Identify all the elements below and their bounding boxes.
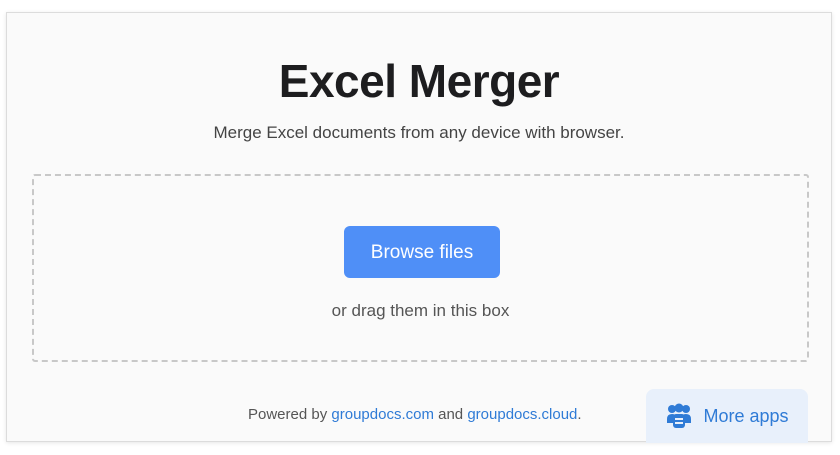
- browse-files-button[interactable]: Browse files: [344, 226, 500, 278]
- powered-by-label: Powered by: [248, 406, 332, 423]
- and-label: and: [433, 406, 468, 423]
- more-apps-button[interactable]: More apps: [646, 389, 808, 443]
- drag-hint: or drag them in this box: [331, 301, 510, 320]
- page-subtitle: Merge Excel documents from any device wi…: [213, 123, 625, 142]
- more-apps-label: More apps: [703, 405, 789, 426]
- app-frame: Excel Merger Merge Excel documents from …: [6, 12, 832, 443]
- period-label: .: [577, 406, 582, 423]
- powered-by-text: Powered by groupdocs.com and groupdocs.c…: [248, 406, 582, 423]
- page-title: Excel Merger: [278, 55, 560, 107]
- groupdocs-cloud-link[interactable]: groupdocs.cloud: [467, 406, 577, 423]
- groupdocs-com-link[interactable]: groupdocs.com: [331, 406, 434, 423]
- file-dropzone[interactable]: Browse files or drag them in this box: [32, 174, 809, 362]
- apps-group-icon: [665, 403, 693, 429]
